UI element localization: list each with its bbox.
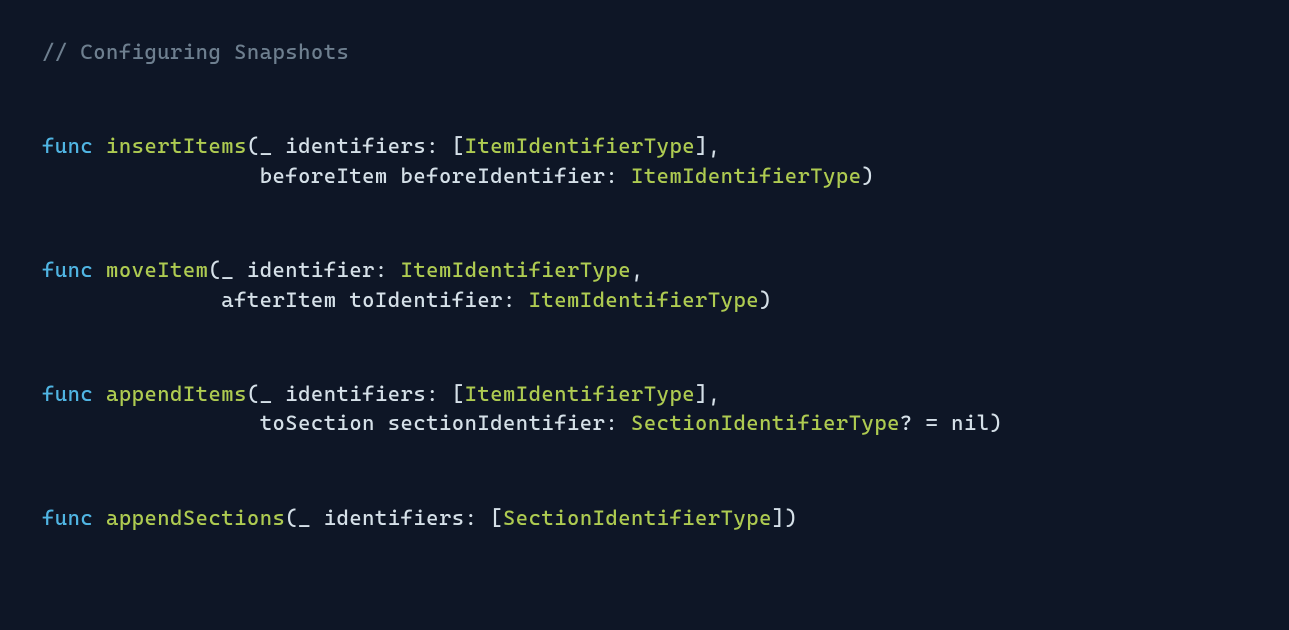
spacer [42, 315, 1247, 380]
func-name: appendSections [106, 506, 285, 530]
params-prefix: (_ identifiers: [ [247, 134, 465, 158]
indent [42, 164, 260, 188]
keyword-func: func [42, 258, 93, 282]
params-suffix: ) [759, 288, 772, 312]
func-name: insertItems [106, 134, 247, 158]
indent [42, 411, 260, 435]
params-suffix: ) [862, 164, 875, 188]
func-insertitems-line1: func insertItems(_ identifiers: [ItemIde… [42, 132, 1247, 161]
func-name: appendItems [106, 382, 247, 406]
type-sectionidentifier: SectionIdentifierType [503, 506, 772, 530]
param-label: afterItem toIdentifier: [221, 288, 528, 312]
comment-text: // Configuring Snapshots [42, 40, 349, 64]
spacer [42, 191, 1247, 256]
spacer [42, 67, 1247, 132]
type-sectionidentifier: SectionIdentifierType [631, 411, 900, 435]
func-insertitems-line2: beforeItem beforeIdentifier: ItemIdentif… [42, 162, 1247, 191]
params-suffix: , [631, 258, 644, 282]
func-appenditems-line1: func appendItems(_ identifiers: [ItemIde… [42, 380, 1247, 409]
type-itemidentifier: ItemIdentifierType [529, 288, 759, 312]
spacer [42, 439, 1247, 504]
type-itemidentifier: ItemIdentifierType [631, 164, 861, 188]
func-moveitem-line1: func moveItem(_ identifier: ItemIdentifi… [42, 256, 1247, 285]
param-label: toSection sectionIdentifier: [260, 411, 631, 435]
params-suffix: ], [695, 134, 721, 158]
keyword-func: func [42, 506, 93, 530]
keyword-func: func [42, 134, 93, 158]
func-appenditems-line2: toSection sectionIdentifier: SectionIden… [42, 409, 1247, 438]
func-appendsections-line1: func appendSections(_ identifiers: [Sect… [42, 504, 1247, 533]
keyword-func: func [42, 382, 93, 406]
type-itemidentifier: ItemIdentifierType [465, 382, 695, 406]
func-moveitem-line2: afterItem toIdentifier: ItemIdentifierTy… [42, 286, 1247, 315]
param-label: beforeItem beforeIdentifier: [260, 164, 631, 188]
params-suffix: ]) [772, 506, 798, 530]
indent [42, 288, 221, 312]
type-itemidentifier: ItemIdentifierType [401, 258, 631, 282]
params-suffix: ? = nil) [900, 411, 1002, 435]
type-itemidentifier: ItemIdentifierType [465, 134, 695, 158]
params-prefix: (_ identifiers: [ [285, 506, 503, 530]
func-name: moveItem [106, 258, 208, 282]
params-prefix: (_ identifiers: [ [247, 382, 465, 406]
params-prefix: (_ identifier: [208, 258, 400, 282]
comment-line: // Configuring Snapshots [42, 38, 1247, 67]
params-suffix: ], [695, 382, 721, 406]
